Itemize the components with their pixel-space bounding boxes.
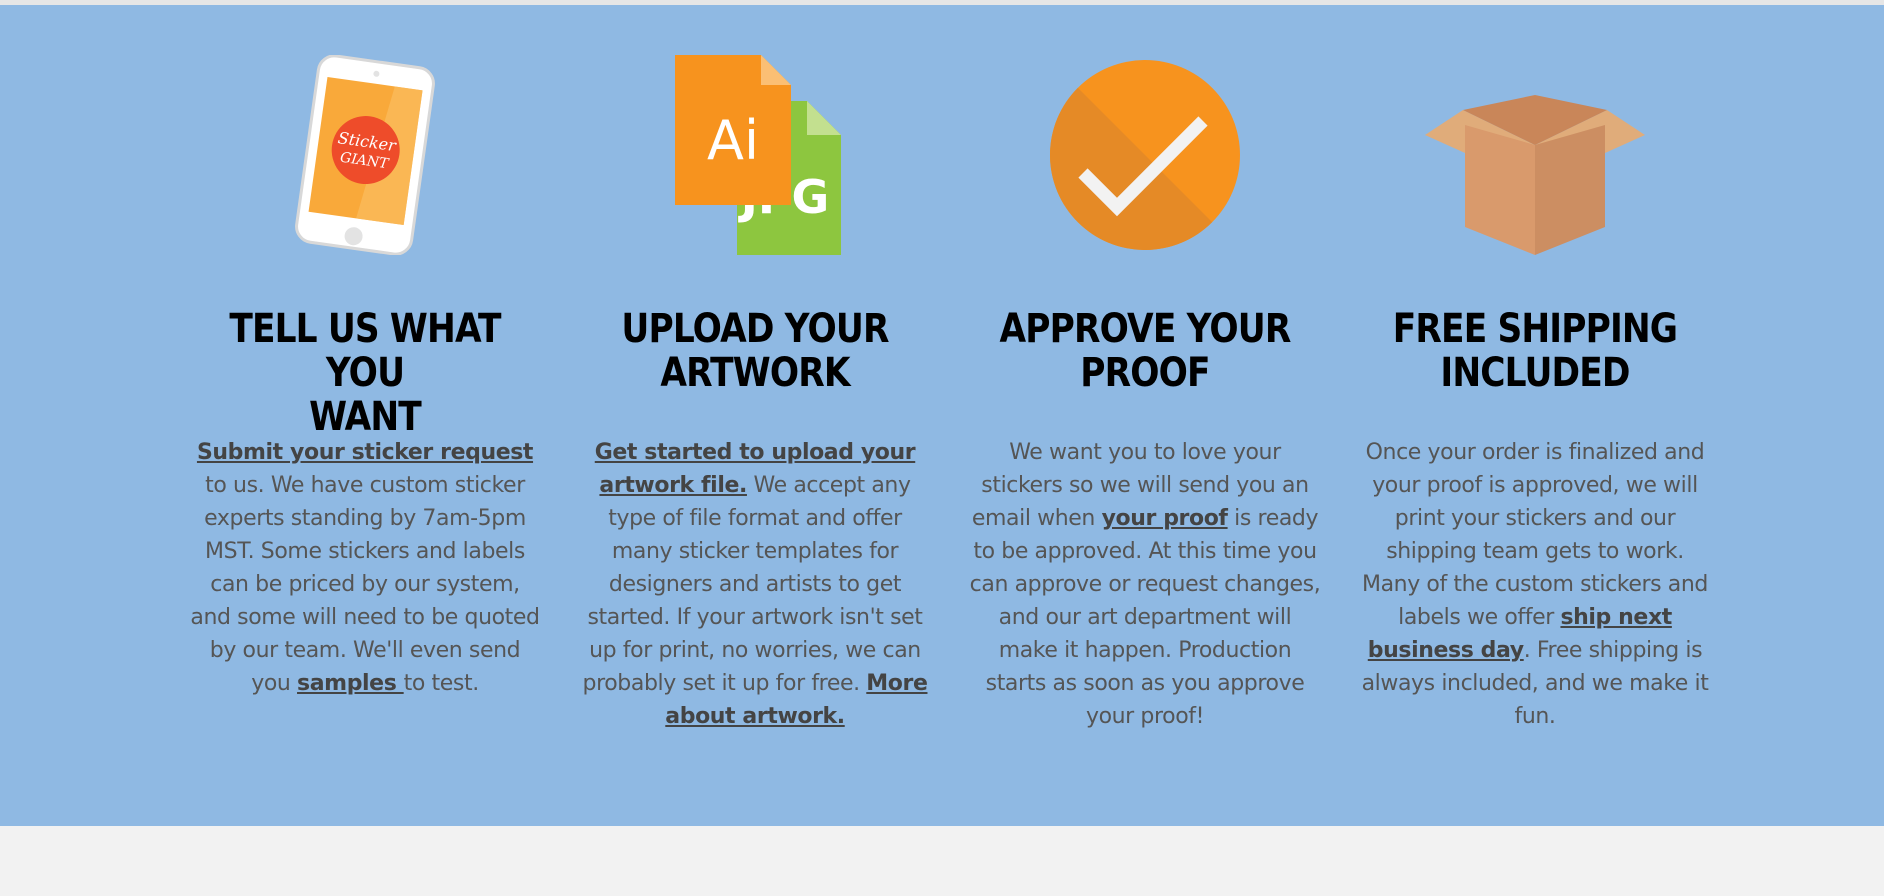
step-title-line: PROOF bbox=[1080, 350, 1210, 396]
sticker-request-link[interactable]: Submit your sticker request bbox=[197, 440, 534, 465]
svg-text:Ai: Ai bbox=[707, 109, 759, 172]
step-title-line: ARTWORK bbox=[660, 350, 850, 396]
step-title: FREE SHIPPING INCLUDED bbox=[1376, 307, 1694, 395]
step-title-line: APPROVE YOUR bbox=[999, 306, 1291, 352]
step-description: We want you to love your stickers so we … bbox=[968, 436, 1322, 733]
step-description: Submit your sticker request to us. We ha… bbox=[188, 436, 542, 700]
step-tell-us: Sticker GIANT TELL US WHAT YOU WANT Subm… bbox=[170, 5, 560, 826]
shipping-box-icon bbox=[1425, 55, 1645, 255]
step-title-line: TELL US WHAT YOU bbox=[229, 306, 501, 396]
checkmark-circle-icon bbox=[1045, 55, 1245, 255]
steps-row: Sticker GIANT TELL US WHAT YOU WANT Subm… bbox=[170, 5, 1730, 826]
description-text: We accept any type of file format and of… bbox=[582, 473, 923, 696]
description-text: is ready to be approved. At this time yo… bbox=[969, 506, 1321, 729]
step-title-line: UPLOAD YOUR bbox=[621, 306, 889, 352]
samples-link[interactable]: samples bbox=[297, 671, 404, 696]
step-title-line: FREE SHIPPING bbox=[1392, 306, 1678, 352]
description-text: to test. bbox=[403, 671, 480, 696]
step-free-shipping: FREE SHIPPING INCLUDED Once your order i… bbox=[1340, 5, 1730, 826]
how-it-works-section: Sticker GIANT TELL US WHAT YOU WANT Subm… bbox=[0, 5, 1884, 826]
file-formats-icon: JPG Ai bbox=[655, 55, 855, 255]
description-text: to us. We have custom sticker experts st… bbox=[190, 473, 540, 696]
description-text: Once your order is finalized and your pr… bbox=[1361, 440, 1708, 630]
phone-sticker-icon: Sticker GIANT bbox=[265, 55, 465, 255]
step-approve-proof: APPROVE YOUR PROOF We want you to love y… bbox=[950, 5, 1340, 826]
step-upload-artwork: JPG Ai UPLOAD YOUR ARTWORK Get started t… bbox=[560, 5, 950, 826]
step-title: TELL US WHAT YOU WANT bbox=[206, 307, 524, 439]
step-title-line: WANT bbox=[309, 394, 422, 440]
page-footer-area bbox=[0, 826, 1884, 896]
step-title: UPLOAD YOUR ARTWORK bbox=[596, 307, 914, 395]
step-description: Get started to upload your artwork file.… bbox=[578, 436, 932, 733]
step-title: APPROVE YOUR PROOF bbox=[986, 307, 1304, 395]
step-title-line: INCLUDED bbox=[1440, 350, 1630, 396]
step-description: Once your order is finalized and your pr… bbox=[1358, 436, 1712, 733]
your-proof-link[interactable]: your proof bbox=[1102, 506, 1228, 531]
